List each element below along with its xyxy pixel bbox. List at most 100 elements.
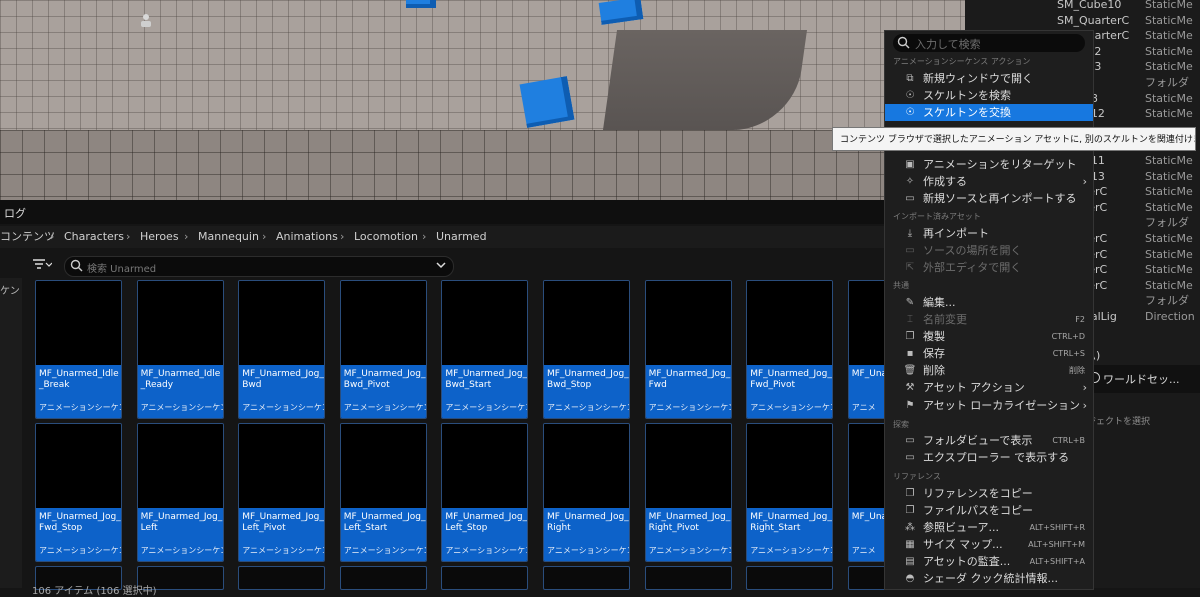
menu-find-skeleton[interactable]: ☉ スケルトンを検索 (885, 87, 1093, 104)
asset-tile[interactable]: MF_Unarmed_Idle_Ready アニメーションシーケン... (136, 280, 224, 419)
outliner-item-type: StaticMe (1145, 91, 1193, 105)
asset-tile[interactable]: MF_Unarmed_Jog_Fwd アニメーションシーケン... (644, 280, 732, 419)
section-reference: リファレンス (893, 472, 941, 481)
retarget-icon: ▣ (905, 159, 915, 170)
asset-label: MF_Unarmed_Jog_Left_Pivot アニメーションシーケンス (239, 508, 325, 561)
status-text: 106 アイテム (106 選択中) (32, 586, 157, 597)
asset-tile[interactable] (238, 566, 326, 590)
breadcrumb: コンテンツ › Characters › Heroes › Mannequin › Animat… (0, 226, 965, 248)
asset-tile[interactable]: MF_Unarmed_Jog_Fwd_Stop アニメーションシーケン... (35, 423, 122, 562)
menu-item-label: サイズ マップ... (923, 538, 1003, 551)
asset-thumbnail (36, 281, 121, 365)
menu-shader-stats[interactable]: ◓ シェーダ クック統計情報... (885, 570, 1093, 587)
menu-asset-localization[interactable]: ⚑ アセット ローカライゼーション › (885, 397, 1093, 414)
menu-copy-file-path[interactable]: ❐ ファイルパスをコピー (885, 502, 1093, 519)
asset-tile[interactable] (339, 566, 427, 590)
asset-name: MF_Unarmed_Jog_Fwd_Pivot (750, 369, 832, 390)
menu-reference-viewer[interactable]: ⁂ 参照ビューア... ALT+SHIFT+R (885, 519, 1093, 536)
graph-icon: ⁂ (905, 522, 915, 533)
breadcrumb-item[interactable]: コンテンツ (0, 226, 55, 248)
menu-open-source-location: ▭ ソースの場所を開く (885, 242, 1093, 259)
asset-tile[interactable]: MF_Unarmed_Jog_Right アニメーションシーケンス (543, 423, 630, 562)
outliner-item-type: StaticMe (1145, 169, 1193, 183)
log-tab[interactable]: ログ (4, 205, 26, 221)
asset-tile[interactable]: MF_Unarmed_Jog_Left_Pivot アニメーションシーケンス (238, 423, 326, 562)
reimport-icon: ⤓ (907, 228, 913, 239)
asset-tile[interactable]: MF_Unarmed_Jog_Bwd_Start アニメーションシーケン... (441, 280, 529, 419)
menu-show-in-explorer[interactable]: ▭ エクスプローラー で表示する (885, 449, 1093, 466)
asset-tile[interactable]: MF_Unarmed_Jog_Bwd_Pivot アニメーションシーケンス (339, 280, 427, 419)
menu-item-label: スケルトンを交換 (923, 106, 1011, 119)
search-input[interactable]: 検索 Unarmed (64, 256, 454, 277)
asset-type: アニメーションシーケン... (445, 403, 527, 412)
level-viewport[interactable] (0, 0, 965, 200)
menu-create[interactable]: ✧ 作成する › (885, 173, 1093, 190)
breadcrumb-item[interactable]: Locomotion (354, 226, 418, 248)
copy-icon: ❐ (905, 505, 915, 516)
asset-tile[interactable]: MF_Unarmed_Jog_Bwd アニメーションシーケンス (238, 280, 326, 419)
menu-open-external-editor: ⇱ 外部エディタで開く (885, 259, 1093, 276)
menu-item-label: 複製 (923, 330, 945, 343)
menu-copy-reference[interactable]: ❐ リファレンスをコピー (885, 485, 1093, 502)
asset-tile[interactable]: MF_Unarmed_Idle_Break アニメーションシーケン... (35, 280, 122, 419)
outliner-row[interactable]: SM_Cube10 StaticMe (965, 0, 1200, 13)
asset-tile[interactable]: MF_Unarmed_Jog_Right_Start アニメーションシーケン... (746, 423, 834, 562)
menu-search-input[interactable]: 入力して検索 (893, 34, 1085, 52)
breadcrumb-item[interactable]: Unarmed (436, 226, 487, 248)
asset-label: MF_Unarmed_Jog_Left_Start アニメーションシーケンス (340, 508, 426, 561)
menu-asset-audit[interactable]: ▤ アセットの監査... ALT+SHIFT+A (885, 553, 1093, 570)
menu-show-in-folder[interactable]: ▭ フォルダビューで表示 CTRL+B (885, 432, 1093, 449)
breadcrumb-separator-icon: › (262, 230, 267, 243)
filter-icon[interactable] (32, 257, 53, 271)
asset-thumbnail (36, 424, 121, 508)
breadcrumb-item[interactable]: Characters (64, 226, 124, 248)
chevron-down-icon[interactable] (435, 258, 447, 275)
shortcut: ALT+SHIFT+A (1029, 557, 1085, 566)
asset-label: MF_Unarmed_Jog_Bwd_Pivot アニメーションシーケンス (340, 365, 426, 418)
asset-tile[interactable] (441, 566, 529, 590)
asset-label: MF_Unarmed_Jog_Fwd_Stop アニメーションシーケン... (36, 508, 121, 561)
breadcrumb-item[interactable]: Animations (276, 226, 338, 248)
menu-new-source-reimport[interactable]: ▭ 新規ソースと再インポートする (885, 190, 1093, 207)
breadcrumb-item[interactable]: Heroes (140, 226, 179, 248)
menu-delete[interactable]: 🗑 削除 削除 (885, 362, 1093, 379)
menu-edit[interactable]: ✎ 編集... (885, 294, 1093, 311)
asset-tile[interactable]: MF_Unarmed_Jog_Left アニメーションシーケン... (136, 423, 224, 562)
asset-thumbnail (239, 281, 325, 365)
outliner-item-type: フォルダ (1145, 216, 1189, 230)
search-placeholder: 検索 Unarmed (87, 264, 157, 275)
asset-tile[interactable] (644, 566, 732, 590)
asset-type: アニメーションシーケン... (39, 403, 121, 412)
asset-label: MF_Unarmed_Jog_Right_Pivot アニメーションシーケン... (645, 508, 731, 561)
outliner-row[interactable]: SM_QuarterC StaticMe (965, 13, 1200, 29)
asset-tile[interactable] (543, 566, 630, 590)
shortcut: ALT+SHIFT+M (1028, 540, 1085, 549)
menu-replace-skeleton[interactable]: ☉ スケルトンを交換 (885, 104, 1093, 121)
asset-label: MF_Unarmed_Jog_Bwd_Start アニメーションシーケン... (442, 365, 528, 418)
asset-tile[interactable] (746, 566, 834, 590)
menu-retarget[interactable]: ▣ アニメーションをリターゲット (885, 156, 1093, 173)
asset-thumbnail (137, 424, 223, 508)
asset-thumbnail (137, 281, 223, 365)
asset-tile[interactable]: MF_Unarmed_Jog_Left_Start アニメーションシーケンス (339, 423, 427, 562)
asset-tile[interactable]: MF_Unarmed_Jog_Right_Pivot アニメーションシーケン... (644, 423, 732, 562)
asset-type: アニメーションシーケン... (750, 546, 832, 555)
section-explore: 探索 (893, 420, 909, 429)
asset-tile[interactable]: MF_Unarmed_Jog_Bwd_Stop アニメーションシーケンス (543, 280, 630, 419)
menu-size-map[interactable]: ▦ サイズ マップ... ALT+SHIFT+M (885, 536, 1093, 553)
asset-thumbnail (340, 424, 426, 508)
player-start-icon[interactable] (138, 12, 154, 28)
menu-save[interactable]: ▪ 保存 CTRL+S (885, 345, 1093, 362)
menu-open-new-window[interactable]: ⧉ 新規ウィンドウで開く (885, 70, 1093, 87)
menu-asset-actions[interactable]: ⚒ アセット アクション › (885, 379, 1093, 396)
asset-tile[interactable]: MF_Unarmed_Jog_Fwd_Pivot アニメーションシーケン... (746, 280, 834, 419)
menu-reimport[interactable]: ⤓ 再インポート (885, 225, 1093, 242)
grid-icon: ▦ (905, 539, 915, 550)
asset-thumbnail (544, 281, 629, 365)
asset-tile[interactable]: MF_Unarmed_Jog_Left_Stop アニメーションシーケン... (441, 423, 529, 562)
menu-item-label: 保存 (923, 347, 945, 360)
breadcrumb-item[interactable]: Mannequin (198, 226, 259, 248)
sources-panel-strip[interactable]: ケン (0, 278, 22, 588)
menu-duplicate[interactable]: ❐ 複製 CTRL+D (885, 328, 1093, 345)
asset-thumbnail (747, 424, 833, 508)
